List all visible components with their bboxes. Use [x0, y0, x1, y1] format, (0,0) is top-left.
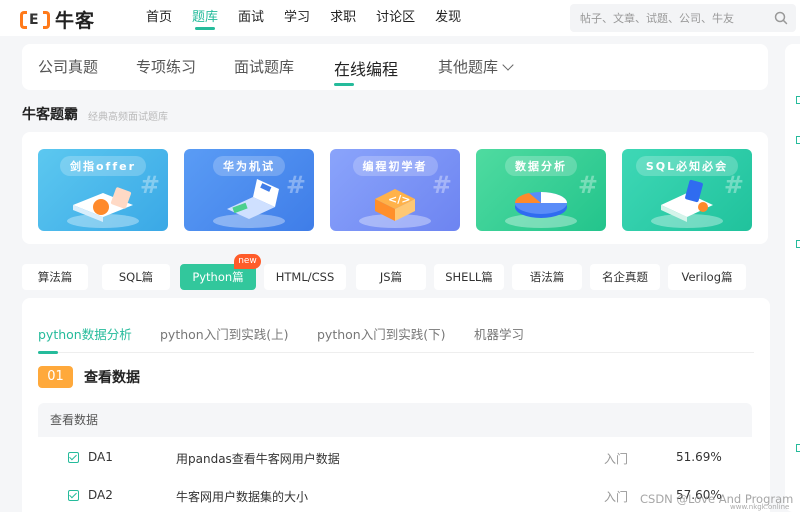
question-title-link[interactable]: 牛客网用户数据集的大小: [176, 488, 308, 505]
laptop-illustration-icon: [213, 179, 285, 228]
lang-tag-company-real[interactable]: 名企真题: [590, 264, 660, 290]
section-subtitle: 经典高频面试题库: [88, 112, 168, 123]
lang-tag-verilog[interactable]: Verilog篇: [668, 264, 746, 290]
banner-huawei-test[interactable]: 华为机试 #: [184, 149, 314, 231]
difficulty-label: 入门: [604, 490, 629, 504]
code-block-illustration-icon: </>: [359, 189, 431, 228]
checkbox-icon: [796, 96, 800, 104]
tab-other-banks[interactable]: 其他题库: [438, 56, 514, 77]
banner-label: SQL必知必会: [635, 156, 739, 176]
brand-name: 牛客: [55, 10, 96, 32]
lang-tag-shell[interactable]: SHELL篇: [434, 264, 504, 290]
banner-coding-beginner[interactable]: 编程初学者 # </>: [330, 149, 460, 231]
nav-item-learn[interactable]: 学习: [274, 0, 320, 36]
nav-item-discover[interactable]: 发现: [425, 0, 471, 36]
question-list-panel: python数据分析 python入门到实践(上) python入门到实践(下)…: [22, 298, 770, 512]
banner-row: 剑指offer # 华为机试 # 编程初学者 # </> 数据分析 # SQL必…: [22, 132, 768, 244]
tab-company-questions[interactable]: 公司真题: [38, 56, 98, 77]
subtab-python-intro-part1[interactable]: python入门到实践(上): [160, 324, 288, 343]
lang-tag-sql[interactable]: SQL篇: [102, 264, 170, 290]
checkbox-icon: [68, 452, 79, 463]
right-side-panel: [785, 44, 800, 512]
subtab-divider: [38, 352, 754, 353]
new-badge: new: [234, 254, 261, 269]
checkbox-icon: [796, 240, 800, 248]
search-box: [570, 4, 796, 32]
banner-label: 华为机试: [213, 156, 285, 176]
banner-label: 编程初学者: [352, 156, 438, 176]
nav-item-home[interactable]: 首页: [136, 0, 182, 36]
section-title: 牛客题霸: [22, 107, 78, 123]
subtab-python-data-analysis[interactable]: python数据分析: [38, 324, 132, 343]
nav-item-jobs[interactable]: 求职: [320, 0, 366, 36]
main-nav: 首页 题库 面试 学习 求职 讨论区 发现: [136, 0, 471, 36]
brand-logo[interactable]: E 牛客: [20, 6, 95, 33]
checkbox-icon: [68, 490, 79, 501]
question-code: DA2: [88, 488, 113, 502]
top-navbar: E 牛客 首页 题库 面试 学习 求职 讨论区 发现: [0, 0, 800, 36]
subtab-python-intro-part2[interactable]: python入门到实践(下): [317, 324, 445, 343]
nav-item-discussion[interactable]: 讨论区: [366, 0, 425, 36]
tab-interview-bank[interactable]: 面试题库: [234, 56, 294, 77]
list-header: 查看数据: [38, 403, 752, 437]
banner-data-analysis[interactable]: 数据分析 #: [476, 149, 606, 231]
table-row[interactable]: DA1 用pandas查看牛客网用户数据 入门 51.69%: [38, 439, 752, 477]
category-tabs: 公司真题 专项练习 面试题库 在线编程 其他题库: [22, 44, 768, 90]
banner-label: 剑指offer: [59, 156, 146, 176]
lang-tag-algorithm[interactable]: 算法篇: [22, 264, 88, 290]
chevron-down-icon: [502, 59, 514, 71]
tab-topic-practice[interactable]: 专项练习: [136, 56, 196, 77]
svg-text:</>: </>: [388, 193, 410, 206]
lang-tag-html-css[interactable]: HTML/CSS: [264, 264, 346, 290]
brand-logo-icon: E: [20, 9, 50, 31]
banner-jianzhi-offer[interactable]: 剑指offer #: [38, 149, 168, 231]
subtab-active-indicator: [38, 351, 58, 354]
pie-chart-illustration-icon: [505, 192, 577, 228]
chapter-number-badge: 01: [38, 366, 73, 388]
checkbox-icon: [796, 136, 800, 144]
tab-online-coding[interactable]: 在线编程: [334, 56, 398, 86]
difficulty-label: 入门: [604, 452, 629, 466]
search-icon[interactable]: [774, 11, 788, 25]
pass-rate: 51.69%: [676, 450, 722, 464]
chapter-title: 查看数据: [84, 370, 140, 386]
checkbox-icon: [796, 444, 800, 452]
question-code: DA1: [88, 450, 113, 464]
nav-item-interview[interactable]: 面试: [228, 0, 274, 36]
watermark-subtext: www.nkgk.online: [730, 503, 790, 511]
search-input[interactable]: [580, 4, 770, 32]
book-illustration-icon: [67, 187, 139, 228]
lang-tag-js[interactable]: JS篇: [356, 264, 426, 290]
banner-sql-must-know[interactable]: SQL必知必会 #: [622, 149, 752, 231]
banner-label: 数据分析: [505, 156, 577, 176]
subtab-machine-learning[interactable]: 机器学习: [474, 324, 524, 343]
lang-tag-syntax[interactable]: 语法篇: [512, 264, 582, 290]
nav-item-question-bank[interactable]: 题库: [182, 0, 228, 36]
question-title-link[interactable]: 用pandas查看牛客网用户数据: [176, 450, 340, 467]
database-illustration-icon: [651, 179, 723, 228]
